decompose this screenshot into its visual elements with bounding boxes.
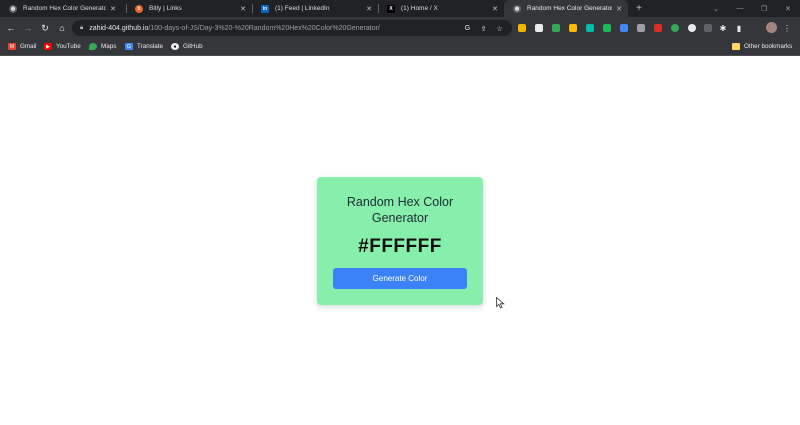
puzzle-icon[interactable]: ✱ xyxy=(717,22,729,34)
home-icon[interactable]: ⌂ xyxy=(56,22,68,34)
extension-icon[interactable] xyxy=(603,24,611,32)
globe-icon: ◍ xyxy=(9,4,17,13)
avatar[interactable] xyxy=(766,22,777,33)
maximize-icon[interactable]: ❐ xyxy=(752,0,776,17)
youtube-icon: ▶ xyxy=(44,43,52,50)
url-text: zahid-404.github.io/100-days-of-JS/Day-3… xyxy=(89,24,380,32)
bookmark-youtube[interactable]: ▶ YouTube xyxy=(44,43,81,50)
tab-bitly[interactable]: b Bitly | Links ✕ xyxy=(126,0,252,17)
close-window-icon[interactable]: ✕ xyxy=(776,0,800,17)
globe-icon: ◍ xyxy=(513,4,521,13)
tab-random-hex-color-generator[interactable]: ◍ Random Hex Color Generator ✕ xyxy=(0,0,122,17)
close-icon[interactable]: ✕ xyxy=(492,5,498,13)
browser-toolbar: ← → ↻ ⌂ 🔒︎ zahid-404.github.io/100-days-… xyxy=(0,17,800,39)
tab-title: (1) Home / X xyxy=(401,5,438,12)
bookmarks-bar: M Gmail ▶ YouTube Maps G Translate ● Git… xyxy=(0,39,800,56)
page-title: Random Hex Color Generator xyxy=(346,195,454,225)
tab-title: Random Hex Color Generator xyxy=(23,5,107,12)
extension-icon[interactable] xyxy=(688,24,696,32)
x-icon: X xyxy=(387,4,395,13)
google-icon[interactable]: G xyxy=(463,24,472,33)
bookmark-github[interactable]: ● GitHub xyxy=(171,43,203,50)
close-icon[interactable]: ✕ xyxy=(366,5,372,13)
extension-icon[interactable] xyxy=(671,24,679,32)
extension-icon[interactable] xyxy=(552,24,560,32)
extension-icon[interactable] xyxy=(637,24,645,32)
extension-icon[interactable] xyxy=(586,24,594,32)
more-options-icon[interactable]: ⋮ xyxy=(781,22,793,34)
bookmark-translate[interactable]: G Translate xyxy=(125,43,163,50)
linkedin-icon: in xyxy=(261,4,269,13)
maps-icon xyxy=(89,43,97,50)
tab-search-icon[interactable]: ⌄ xyxy=(704,0,728,17)
gmail-icon: M xyxy=(8,43,16,50)
translate-icon: G xyxy=(125,43,133,50)
other-bookmarks[interactable]: Other bookmarks xyxy=(732,43,792,50)
extension-icon[interactable] xyxy=(518,24,526,32)
extension-icon[interactable] xyxy=(569,24,577,32)
mouse-cursor-icon xyxy=(496,297,505,309)
sidebar-icon[interactable]: ▮ xyxy=(733,22,745,34)
bookmark-gmail[interactable]: M Gmail xyxy=(8,43,36,50)
bookmark-star-icon[interactable]: ☆ xyxy=(495,24,504,33)
tab-title: Bitly | Links xyxy=(149,5,182,12)
tab-title: (1) Feed | LinkedIn xyxy=(275,5,330,12)
share-icon[interactable]: ⇪ xyxy=(479,24,488,33)
hex-color-value: #FFFFFF xyxy=(358,236,442,257)
back-icon[interactable]: ← xyxy=(5,22,17,34)
minimize-icon[interactable]: — xyxy=(728,0,752,17)
bitly-icon: b xyxy=(135,4,143,13)
close-icon[interactable]: ✕ xyxy=(110,5,116,13)
new-tab-button[interactable]: + xyxy=(633,0,645,17)
tab-random-hex-color-generator-active[interactable]: ◍ Random Hex Color Generator ✕ xyxy=(504,0,628,17)
reload-icon[interactable]: ↻ xyxy=(39,22,51,34)
folder-icon xyxy=(732,43,740,50)
tab-linkedin[interactable]: in (1) Feed | LinkedIn ✕ xyxy=(252,0,378,17)
generate-color-button[interactable]: Generate Color xyxy=(333,268,467,289)
forward-icon[interactable]: → xyxy=(22,22,34,34)
address-bar[interactable]: 🔒︎ zahid-404.github.io/100-days-of-JS/Da… xyxy=(72,20,512,36)
tab-x-home[interactable]: X (1) Home / X ✕ xyxy=(378,0,504,17)
close-icon[interactable]: ✕ xyxy=(616,5,622,13)
bookmark-maps[interactable]: Maps xyxy=(89,43,116,50)
tab-strip: ◍ Random Hex Color Generator ✕ b Bitly |… xyxy=(0,0,800,17)
extension-icon[interactable] xyxy=(654,24,662,32)
lock-icon: 🔒︎ xyxy=(80,24,84,31)
close-icon[interactable]: ✕ xyxy=(240,5,246,13)
color-card: Random Hex Color Generator #FFFFFF Gener… xyxy=(317,177,483,305)
extension-icon[interactable] xyxy=(535,24,543,32)
github-icon: ● xyxy=(171,43,179,50)
extension-icon[interactable] xyxy=(620,24,628,32)
tab-title: Random Hex Color Generator xyxy=(527,5,613,12)
page-viewport: Random Hex Color Generator #FFFFFF Gener… xyxy=(0,56,800,425)
extension-icon[interactable] xyxy=(704,24,712,32)
